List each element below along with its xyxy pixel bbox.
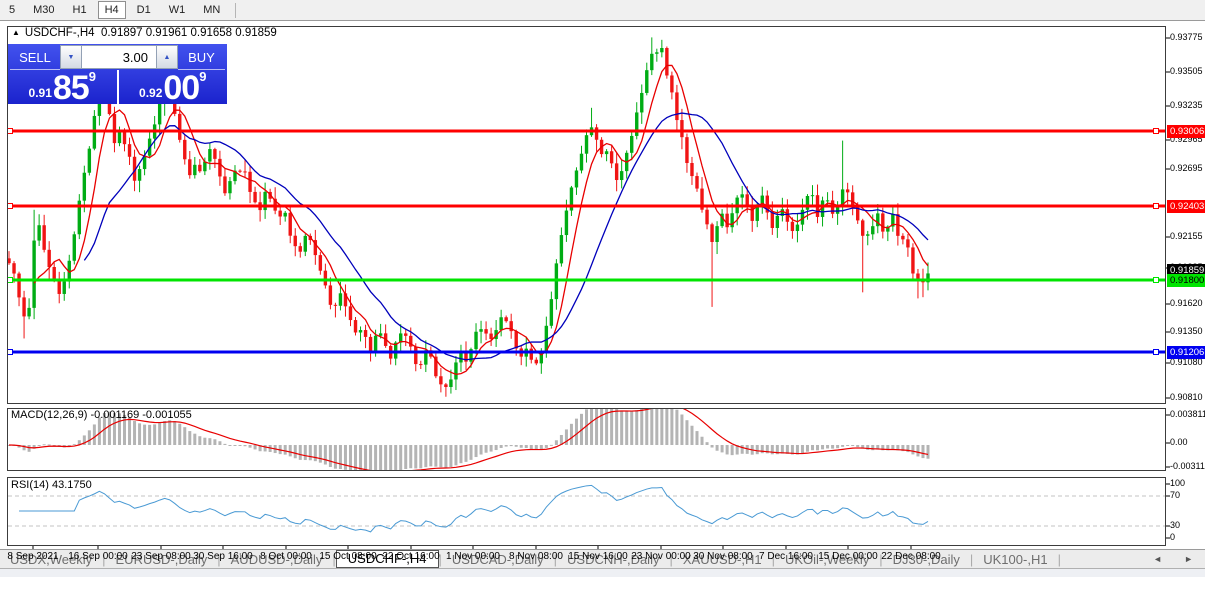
ohlc-values: 0.91897 0.91961 0.91658 0.91859 — [101, 27, 277, 39]
buy-price-big: 00 — [163, 73, 199, 103]
time-tick-label: 15 Nov 16:00 — [568, 551, 628, 562]
level-price-label: 0.91206 — [1167, 346, 1205, 359]
time-tick-label: 8 Oct 00:00 — [260, 551, 312, 562]
timeframe-button-d1[interactable]: D1 — [130, 1, 158, 19]
time-tick-label: 30 Nov 08:00 — [693, 551, 753, 562]
timeframe-button-5[interactable]: 5 — [2, 1, 22, 19]
level-price-label: 0.92403 — [1167, 200, 1205, 213]
sell-price-prefix: 0.91 — [29, 83, 52, 103]
macd-label: MACD(12,26,9) -0.001169 -0.001055 — [11, 409, 192, 421]
buy-button[interactable]: BUY — [178, 46, 225, 70]
axis-tick-label: 0.90810 — [1170, 392, 1204, 402]
time-tick-label: 22 Dec 08:00 — [881, 551, 941, 562]
buy-price-prefix: 0.92 — [139, 83, 162, 103]
axis-tick-label: 70 — [1170, 490, 1204, 500]
one-click-trading-panel: SELL ▼ 3.00 ▲ BUY 0.91 85 9 0.92 00 9 — [8, 44, 227, 104]
time-tick-label: 30 Sep 16:00 — [193, 551, 253, 562]
chart-title: ▲ USDCHF-,H4 0.91897 0.91961 0.91658 0.91… — [12, 27, 277, 39]
time-tick-label: 15 Dec 00:00 — [818, 551, 878, 562]
tabs-scroll-left-icon[interactable]: ◄ — [1153, 554, 1162, 564]
volume-decrease-button[interactable]: ▼ — [60, 45, 82, 69]
sell-price-big: 85 — [53, 73, 89, 103]
price-chart-svg[interactable] — [0, 21, 1205, 597]
timeframe-button-h1[interactable]: H1 — [66, 1, 94, 19]
volume-input[interactable]: 3.00 — [82, 45, 156, 69]
axis-tick-label: 0.93505 — [1170, 66, 1204, 76]
volume-increase-button[interactable]: ▲ — [156, 45, 178, 69]
sell-button[interactable]: SELL — [10, 46, 60, 70]
sell-price[interactable]: 0.91 85 9 — [8, 70, 119, 104]
toolbar-separator — [235, 3, 236, 18]
time-tick-label: 23 Nov 00:00 — [631, 551, 691, 562]
timeframe-button-mn[interactable]: MN — [196, 1, 227, 19]
axis-tick-label: -0.003110 — [1170, 461, 1204, 471]
time-tick-label: 15 Oct 08:00 — [319, 551, 376, 562]
level-price-label: 0.91800 — [1167, 274, 1205, 287]
time-tick-label: 16 Sep 00:00 — [68, 551, 128, 562]
axis-tick-label: 30 — [1170, 520, 1204, 530]
axis-tick-label: 0 — [1170, 532, 1204, 542]
trading-terminal: 5M30 H1H4D1W1MN ▲ USDCHF-,H4 0.91897 0.919… — [0, 0, 1205, 597]
axis-tick-label: 0.003811 — [1170, 409, 1204, 419]
axis-tick-label: 0.91350 — [1170, 326, 1204, 336]
tab-separator: | — [1058, 552, 1061, 567]
buy-price[interactable]: 0.92 00 9 — [119, 70, 228, 104]
one-click-collapse-icon[interactable]: ▲ — [12, 28, 20, 37]
timeframe-button-m30[interactable]: M30 — [26, 1, 61, 19]
sell-price-pip: 9 — [89, 72, 96, 82]
axis-tick-label: 0.93235 — [1170, 100, 1204, 110]
time-tick-label: 23 Sep 08:00 — [131, 551, 191, 562]
rsi-label: RSI(14) 43.1750 — [11, 479, 92, 491]
time-tick-label: 1 Nov 00:00 — [446, 551, 500, 562]
axis-tick-label: 0.93775 — [1170, 32, 1204, 42]
timeframe-button-h4[interactable]: H4 — [98, 1, 126, 19]
axis-tick-label: 0.00 — [1170, 437, 1204, 447]
chart-window[interactable]: ▲ USDCHF-,H4 0.91897 0.91961 0.91658 0.91… — [0, 21, 1205, 597]
time-tick-label: 8 Nov 08:00 — [509, 551, 563, 562]
tab-uk100-h1[interactable]: UK100-,H1 — [973, 552, 1057, 567]
level-price-label: 0.93006 — [1167, 125, 1205, 138]
time-tick-label: 22 Oct 16:00 — [382, 551, 439, 562]
symbol-timeframe: USDCHF-,H4 — [25, 27, 95, 39]
timeframe-toolbar: 5M30 H1H4D1W1MN — [0, 0, 1205, 21]
axis-tick-label: 0.92695 — [1170, 163, 1204, 173]
buy-price-pip: 9 — [199, 72, 206, 82]
timeframe-button-w1[interactable]: W1 — [162, 1, 193, 19]
axis-tick-label: 0.92155 — [1170, 231, 1204, 241]
tabs-scroll-right-icon[interactable]: ► — [1184, 554, 1193, 564]
time-tick-label: 8 Sep 2021 — [7, 551, 58, 562]
axis-tick-label: 0.91620 — [1170, 298, 1204, 308]
status-strip — [0, 568, 1205, 577]
time-tick-label: 7 Dec 16:00 — [759, 551, 813, 562]
axis-tick-label: 100 — [1170, 478, 1204, 488]
